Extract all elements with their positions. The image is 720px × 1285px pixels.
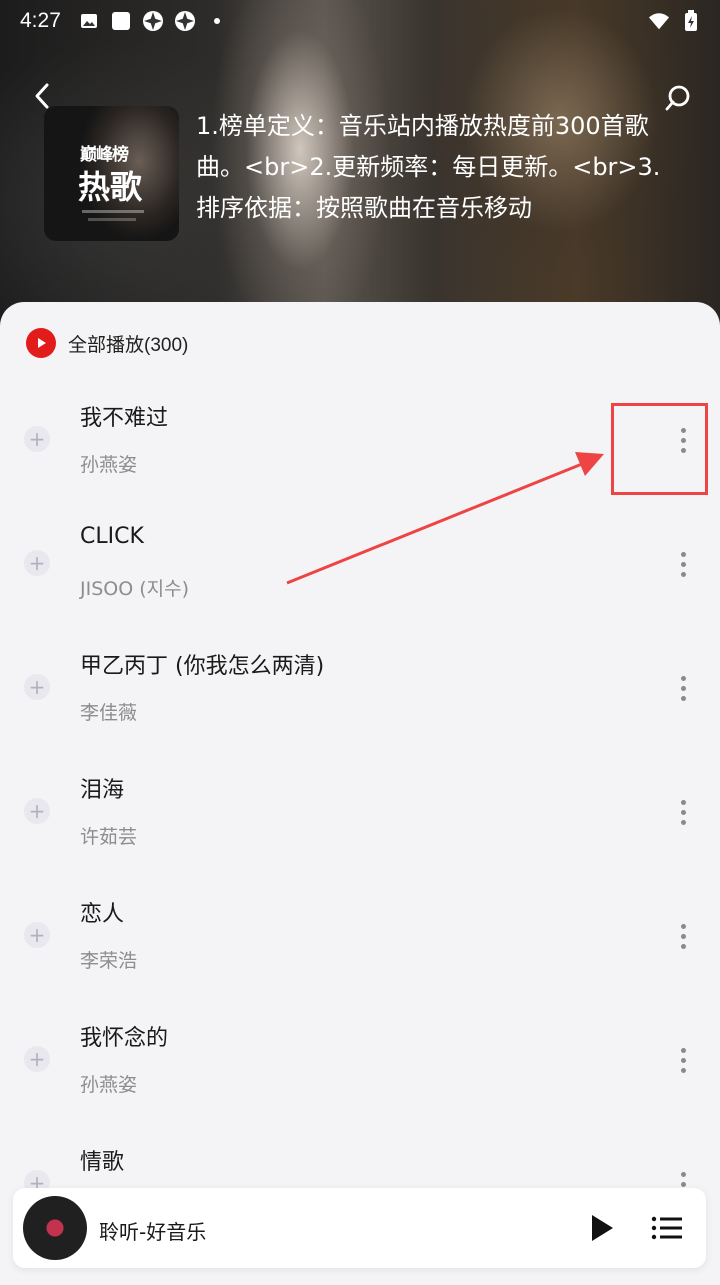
- add-icon[interactable]: +: [24, 1046, 50, 1072]
- dot-icon: [206, 10, 228, 32]
- song-title: 我怀念的: [80, 1026, 169, 1051]
- play-all-label: 全部播放(300): [68, 334, 189, 356]
- annotation-highlight-box: [611, 403, 708, 495]
- song-row[interactable]: + 恋人 李荣浩: [0, 878, 720, 1002]
- list-icon: [651, 1216, 682, 1240]
- vinyl-disc-icon: [23, 1196, 87, 1260]
- song-title: 甲乙丙丁 (你我怎么两清): [80, 654, 325, 679]
- more-options-icon[interactable]: [668, 1040, 698, 1080]
- cover-decoration: [82, 210, 144, 213]
- system-icons: [648, 10, 702, 32]
- more-options-icon[interactable]: [668, 668, 698, 708]
- song-title: CLICK: [80, 524, 144, 549]
- song-artist: 孙燕姿: [80, 1074, 138, 1096]
- add-icon[interactable]: +: [24, 922, 50, 948]
- song-title: 恋人: [80, 902, 125, 927]
- cover-decoration: [88, 218, 136, 221]
- play-icon: [592, 1215, 613, 1241]
- more-options-icon[interactable]: [668, 792, 698, 832]
- add-icon[interactable]: +: [24, 550, 50, 576]
- aperture-icon: [174, 10, 196, 32]
- image-icon: [78, 10, 100, 32]
- playlist-description[interactable]: 1.榜单定义：音乐站内播放热度前300首歌曲。<br>2.更新频率：每日更新。<…: [196, 106, 666, 226]
- aperture-icon: [142, 10, 164, 32]
- song-title: 我不难过: [80, 406, 169, 431]
- status-bar: 4:27: [0, 0, 720, 44]
- song-row[interactable]: + 甲乙丙丁 (你我怎么两清) 李佳薇: [0, 630, 720, 754]
- song-title: 情歌: [80, 1150, 125, 1175]
- more-options-icon[interactable]: [668, 916, 698, 956]
- player-title: 聆听-好音乐: [99, 1220, 207, 1244]
- add-icon[interactable]: +: [24, 426, 50, 452]
- play-all-button[interactable]: 全部播放(300): [26, 328, 188, 358]
- cover-title: 热歌: [78, 169, 143, 205]
- battery-charging-icon: [680, 10, 702, 32]
- mini-player[interactable]: 聆听-好音乐: [13, 1188, 706, 1268]
- song-artist: 孙燕姿: [80, 454, 138, 476]
- song-artist: JISOO (지수): [80, 578, 190, 600]
- playlist-cover: 巅峰榜 热歌: [44, 106, 179, 241]
- song-row[interactable]: + 泪海 许茹芸: [0, 754, 720, 878]
- more-options-icon[interactable]: [668, 544, 698, 584]
- song-title: 泪海: [80, 778, 125, 803]
- song-row[interactable]: + 我怀念的 孙燕姿: [0, 1002, 720, 1126]
- song-artist: 李荣浩: [80, 950, 138, 972]
- status-time: 4:27: [20, 9, 61, 32]
- playlist-button[interactable]: [649, 1210, 685, 1246]
- chevron-left-icon: [35, 83, 49, 109]
- song-artist: 李佳薇: [80, 702, 138, 724]
- song-artist: 许茹芸: [80, 826, 138, 848]
- add-icon[interactable]: +: [24, 674, 50, 700]
- search-icon: [665, 85, 690, 111]
- wifi-icon: [648, 10, 670, 32]
- song-row[interactable]: + CLICK JISOO (지수): [0, 506, 720, 630]
- notification-icons: [78, 10, 228, 32]
- play-button[interactable]: [585, 1210, 619, 1246]
- add-icon[interactable]: +: [24, 798, 50, 824]
- square-app-icon: [110, 10, 132, 32]
- play-circle-icon: [26, 328, 56, 358]
